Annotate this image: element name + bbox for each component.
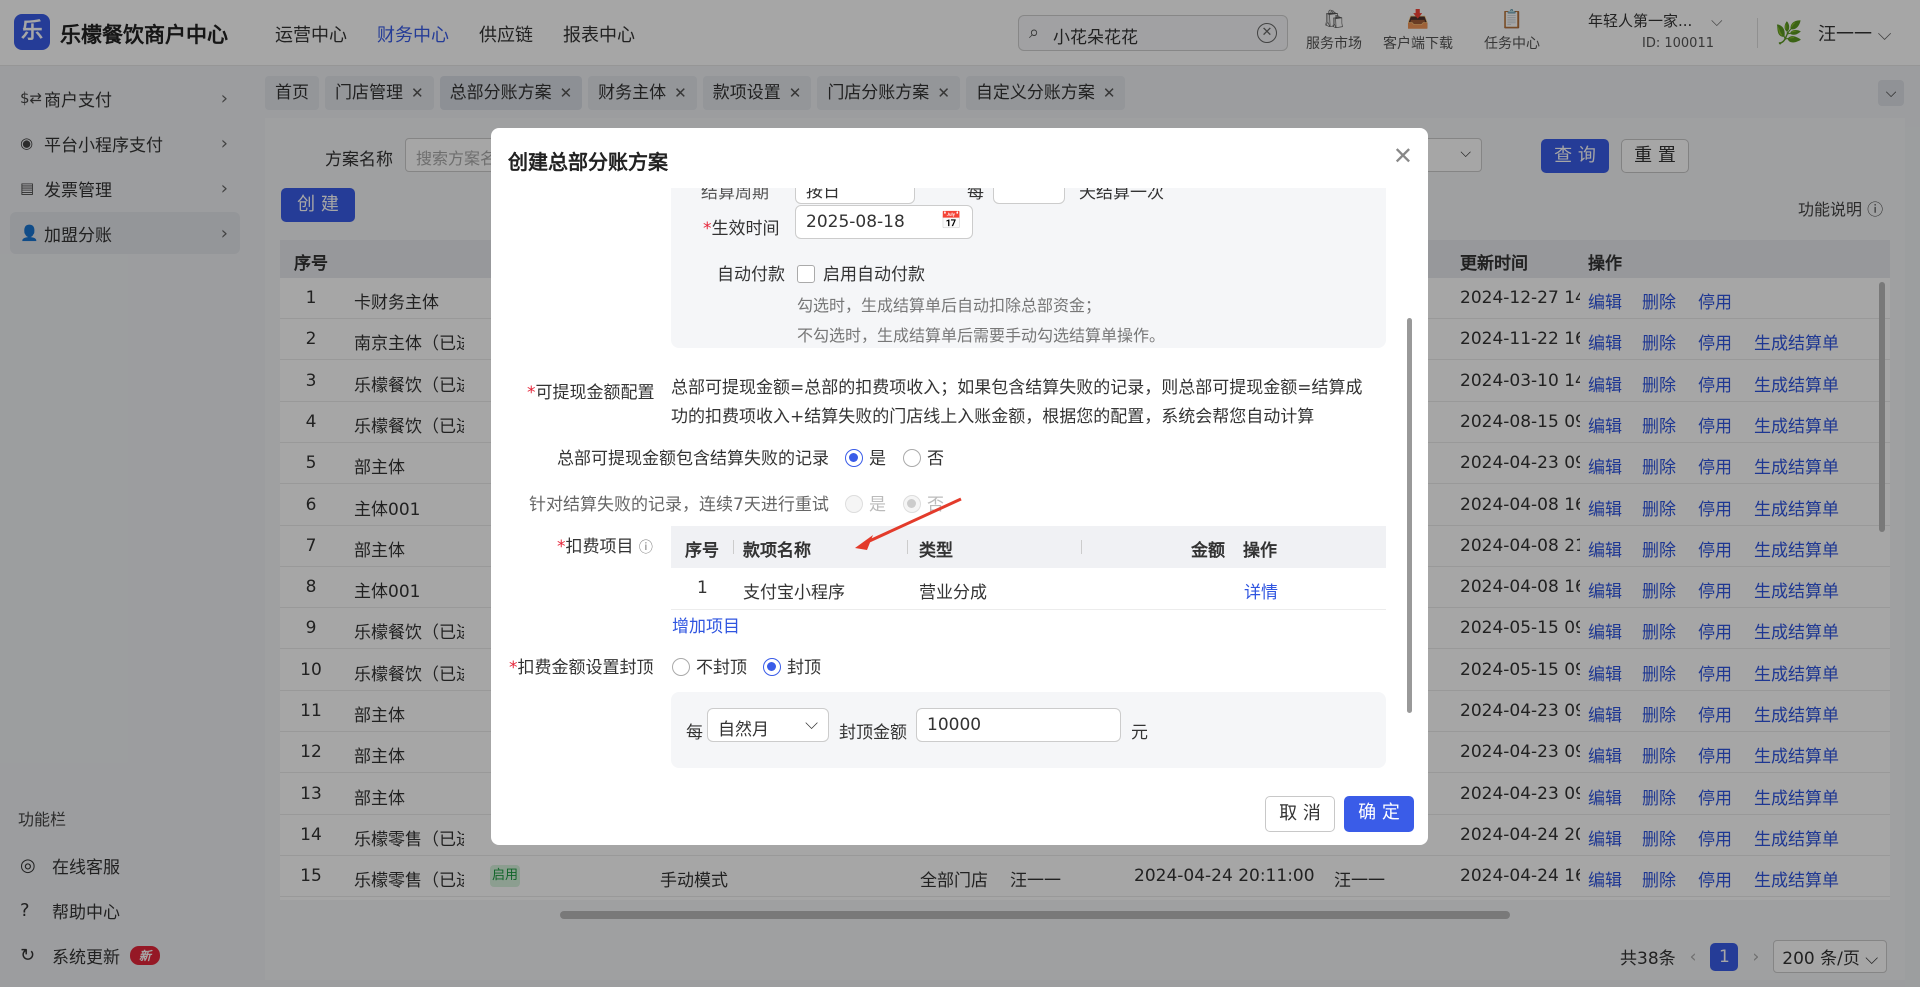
cap-period-select[interactable]: 自然月 ⌵: [707, 708, 829, 742]
include-failed-label: 总部可提现金额包含结算失败的记录: [557, 449, 829, 469]
cancel-button[interactable]: 取 消: [1265, 796, 1335, 832]
dialog-scrollbar[interactable]: [1403, 188, 1415, 768]
autopay-label: 自动付款: [717, 265, 785, 285]
fee-row-type: 营业分成: [919, 583, 987, 603]
radio-icon: [672, 658, 690, 676]
radio-checked-icon: [763, 658, 781, 676]
autopay-hint-1: 勾选时，生成结算单后自动扣除总部资金；: [797, 296, 1102, 315]
withdraw-desc-2: 功的扣费项收入+结算失败的门店线上入账金额，根据您的配置，系统会帮您自动计算: [671, 407, 1315, 427]
fee-items-table: 序号 款项名称 类型 金额 操作 1 支付宝小程序 营业分成 详情: [671, 526, 1386, 610]
effective-date-value: 2025-08-18: [806, 212, 905, 232]
fee-table-row: 1 支付宝小程序 营业分成 详情: [671, 568, 1386, 610]
withdraw-config-label: *可提现金额配置: [527, 383, 655, 403]
days-unit-label: 天结算一次: [1079, 188, 1164, 203]
cap-every-label: 每: [686, 723, 703, 743]
settlement-cycle-select[interactable]: 按日: [795, 188, 915, 204]
fee-row-detail-link[interactable]: 详情: [1244, 578, 1278, 603]
retry-label: 针对结算失败的记录，连续7天进行重试: [529, 495, 829, 515]
close-icon[interactable]: ✕: [1393, 142, 1413, 170]
confirm-button[interactable]: 确 定: [1344, 796, 1414, 832]
radio-checked-icon: [845, 449, 863, 467]
help-icon[interactable]: ⓘ: [639, 540, 653, 556]
autopay-option-label: 启用自动付款: [823, 265, 925, 285]
effective-date-input[interactable]: 2025-08-18 📅: [795, 205, 973, 239]
calendar-icon[interactable]: 📅: [941, 211, 962, 231]
include-failed-no[interactable]: 否: [903, 444, 944, 469]
fee-row-index: 1: [697, 578, 708, 598]
cap-amount-input[interactable]: 10000: [916, 708, 1121, 742]
include-failed-yes[interactable]: 是: [845, 444, 886, 469]
cap-period-value: 自然月: [718, 720, 769, 740]
fee-table-header: 序号 款项名称 类型 金额 操作: [671, 526, 1386, 568]
every-label: 每: [967, 188, 984, 203]
fee-col-name: 款项名称: [743, 541, 811, 561]
fee-col-ops: 操作: [1243, 541, 1277, 561]
fee-row-name: 支付宝小程序: [743, 583, 845, 603]
fee-items-label: *扣费项目 ⓘ: [557, 537, 653, 557]
add-item-link[interactable]: 增加项目: [672, 612, 740, 637]
cap-label: *扣费金额设置封顶: [509, 658, 654, 678]
settlement-days-input[interactable]: [993, 188, 1065, 204]
dialog-title: 创建总部分账方案: [508, 150, 668, 174]
settlement-cycle-label: 结算周期: [701, 188, 769, 203]
cap-unit-label: 元: [1131, 723, 1148, 743]
chevron-down-icon: ⌵: [805, 714, 818, 734]
cap-amount-label: 封顶金额: [839, 723, 907, 743]
create-scheme-dialog: 创建总部分账方案 ✕ 结算周期 按日 每 天结算一次 *生效时间 2025-08…: [491, 128, 1428, 845]
annotation-arrow: [855, 497, 962, 550]
dialog-body: 结算周期 按日 每 天结算一次 *生效时间 2025-08-18 📅 自动付款 启…: [491, 188, 1428, 768]
checkbox-icon: [797, 265, 815, 283]
withdraw-desc-1: 总部可提现金额=总部的扣费项收入；如果包含结算失败的记录，则总部可提现金额=结算…: [671, 378, 1363, 398]
cap-yes-option[interactable]: 封顶: [763, 653, 821, 678]
autopay-hint-2: 不勾选时，生成结算单后需要手动勾选结算单操作。: [797, 326, 1166, 345]
radio-icon: [903, 449, 921, 467]
fee-col-amount: 金额: [1191, 541, 1225, 561]
autopay-checkbox[interactable]: 启用自动付款: [797, 260, 925, 285]
cap-no-option[interactable]: 不封顶: [672, 653, 747, 678]
fee-col-index: 序号: [685, 541, 719, 561]
effective-time-label: *生效时间: [703, 219, 780, 239]
